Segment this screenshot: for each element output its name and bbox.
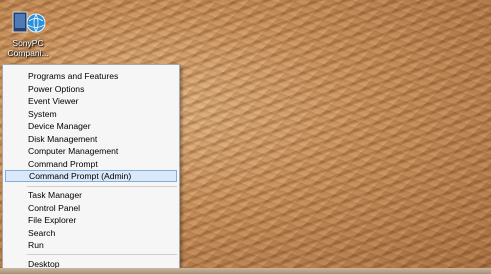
menu-item-command-prompt[interactable]: Command Prompt [5,158,177,170]
menu-separator [27,254,177,255]
menu-item-search[interactable]: Search [5,227,177,239]
icon-label-line1: SonyPC [12,38,44,48]
computer-globe-icon [12,11,46,33]
menu-item-computer-management[interactable]: Computer Management [5,145,177,157]
taskbar-edge [0,268,491,274]
menu-item-run[interactable]: Run [5,239,177,251]
menu-item-task-manager[interactable]: Task Manager [5,189,177,201]
menu-item-device-manager[interactable]: Device Manager [5,120,177,132]
menu-item-power-options[interactable]: Power Options [5,83,177,95]
menu-item-control-panel[interactable]: Control Panel [5,202,177,214]
icon-label-line2: Compani... [7,48,49,58]
menu-item-event-viewer[interactable]: Event Viewer [5,95,177,107]
menu-item-disk-management[interactable]: Disk Management [5,133,177,145]
desktop-shortcut-label: SonyPC Compani... [2,38,54,58]
menu-item-file-explorer[interactable]: File Explorer [5,214,177,226]
menu-item-command-prompt-admin[interactable]: Command Prompt (Admin) [5,170,177,182]
menu-item-programs-and-features[interactable]: Programs and Features [5,70,177,82]
menu-separator [27,186,177,187]
winx-context-menu: Programs and Features Power Options Even… [2,64,180,271]
menu-item-system[interactable]: System [5,108,177,120]
desktop-shortcut-sonypc[interactable]: SonyPC Compani... [2,10,54,62]
